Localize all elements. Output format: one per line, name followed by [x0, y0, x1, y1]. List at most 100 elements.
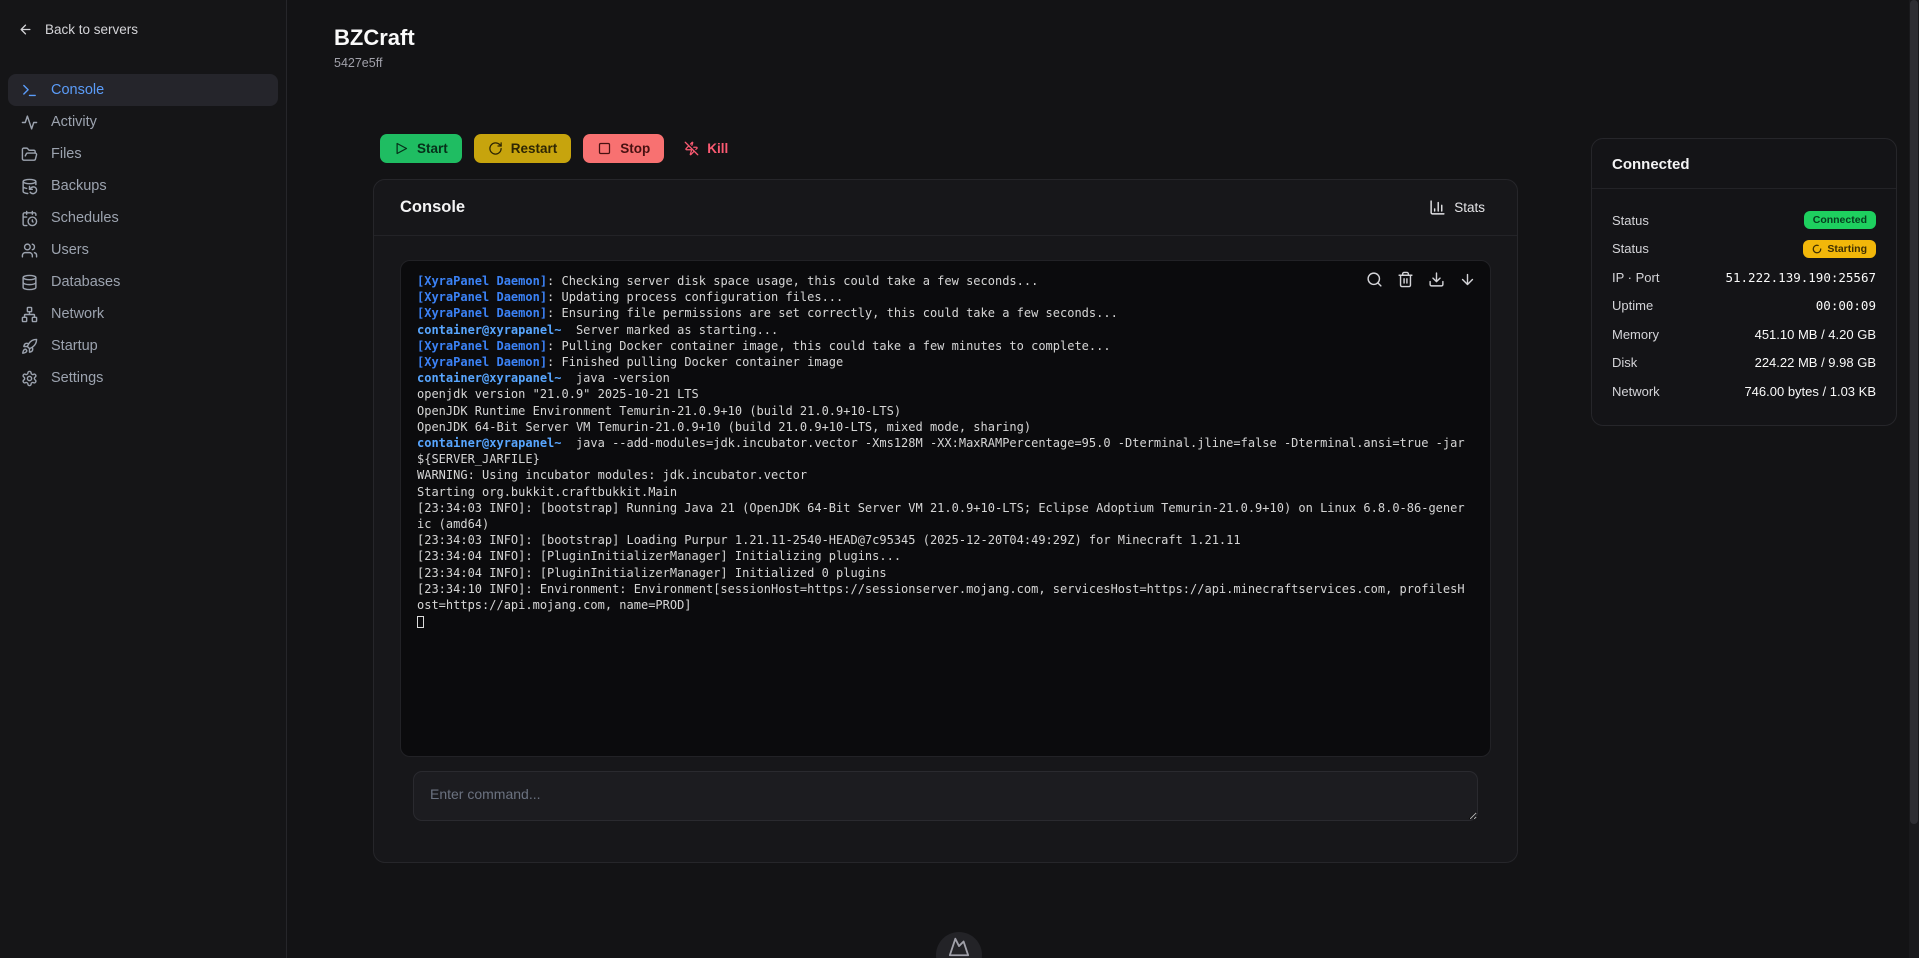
- console-card-body: [XyraPanel Daemon]: Checking server disk…: [374, 236, 1517, 821]
- main-area: BZCraft 5427e5ff Start Restart Stop Kill: [287, 0, 1919, 958]
- status-row: IP · Port 51.222.139.190:25567: [1612, 263, 1876, 292]
- console-line: Starting org.bukkit.craftbukkit.Main: [417, 484, 1467, 500]
- kill-button[interactable]: Kill: [676, 134, 736, 163]
- users-icon: [21, 242, 38, 259]
- status-row: Status Starting: [1612, 235, 1876, 264]
- zap-off-icon: [684, 141, 699, 156]
- search-icon: [1366, 271, 1383, 288]
- sidebar-item-label: Backups: [51, 178, 107, 194]
- status-row: Disk224.22 MB / 9.98 GB: [1612, 349, 1876, 378]
- sidebar-item-schedules[interactable]: Schedules: [8, 202, 278, 234]
- spinner-icon: [1812, 244, 1822, 254]
- play-icon: [394, 141, 409, 156]
- status-row-value: 451.10 MB / 4.20 GB: [1755, 327, 1876, 342]
- console-title: Console: [400, 198, 465, 217]
- status-badge: Connected: [1804, 211, 1876, 229]
- start-button[interactable]: Start: [380, 134, 462, 163]
- console-line: [23:34:04 INFO]: [PluginInitializerManag…: [417, 565, 1467, 581]
- status-row-label: Network: [1612, 384, 1660, 399]
- sidebar-item-label: Console: [51, 82, 104, 98]
- status-row: Memory 451.10 MB / 4.20 GB: [1612, 320, 1876, 349]
- console-line: [XyraPanel Daemon]: Checking server disk…: [417, 273, 1467, 289]
- terminal-icon: [21, 82, 38, 99]
- page-scrollbar[interactable]: [1909, 0, 1919, 958]
- console-line: container@xyrapanel~ java --add-modules=…: [417, 435, 1467, 467]
- stats-button[interactable]: Stats: [1423, 198, 1491, 217]
- back-to-servers-link[interactable]: Back to servers: [18, 22, 268, 37]
- console-toolbar: [1366, 271, 1476, 288]
- sidebar-item-databases[interactable]: Databases: [8, 266, 278, 298]
- sidebar-item-label: Files: [51, 146, 82, 162]
- mountain-icon: [948, 936, 970, 958]
- terminal-cursor: [417, 616, 424, 628]
- console-log: [XyraPanel Daemon]: Checking server disk…: [417, 273, 1467, 629]
- sidebar-item-console[interactable]: Console: [8, 74, 278, 106]
- activity-icon: [21, 114, 38, 131]
- restart-button[interactable]: Restart: [474, 134, 572, 163]
- console-card: Console Stats [XyraPanel Daemon]: Checki…: [373, 179, 1518, 863]
- console-line: [23:34:04 INFO]: [PluginInitializerManag…: [417, 548, 1467, 564]
- server-id: 5427e5ff: [334, 56, 415, 70]
- status-row-label: Status: [1612, 213, 1649, 228]
- status-panel-rows: Status Connected Status Starting IP · Port 51…: [1592, 189, 1896, 425]
- status-row-label: IP · Port: [1612, 270, 1659, 285]
- page-header: BZCraft 5427e5ff: [334, 26, 415, 70]
- console-line: container@xyrapanel~ Server marked as st…: [417, 322, 1467, 338]
- console-line: [23:34:03 INFO]: [bootstrap] Loading Pur…: [417, 532, 1467, 548]
- clear-console-button[interactable]: [1397, 271, 1414, 288]
- trash-icon: [1397, 271, 1414, 288]
- sidebar-item-users[interactable]: Users: [8, 234, 278, 266]
- search-logs-button[interactable]: [1366, 271, 1383, 288]
- folder-open-icon: [21, 146, 38, 163]
- app-root: Back to servers Console Activity Files Back…: [0, 0, 1919, 958]
- console-line: OpenJDK Runtime Environment Temurin-21.0…: [417, 403, 1467, 419]
- status-row: Uptime00:00:09: [1612, 292, 1876, 321]
- calendar-clock-icon: [21, 210, 38, 227]
- sidebar-item-label: Schedules: [51, 210, 119, 226]
- console-line: WARNING: Using incubator modules: jdk.in…: [417, 467, 1467, 483]
- status-panel-title: Connected: [1592, 139, 1896, 189]
- arrow-left-icon: [18, 22, 33, 37]
- sidebar-item-network[interactable]: Network: [8, 298, 278, 330]
- scrollbar-thumb[interactable]: [1910, 0, 1918, 824]
- sidebar-item-label: Users: [51, 242, 89, 258]
- status-row-label: Disk: [1612, 355, 1637, 370]
- settings-icon: [21, 370, 38, 387]
- status-panel: Connected Status Connected Status Starting I…: [1591, 138, 1897, 426]
- console-line: [23:34:10 INFO]: Environment: Environmen…: [417, 581, 1467, 613]
- sidebar-item-backups[interactable]: Backups: [8, 170, 278, 202]
- status-row-label: Status: [1612, 241, 1649, 256]
- scroll-to-bottom-button[interactable]: [1459, 271, 1476, 288]
- sidebar-item-label: Network: [51, 306, 104, 322]
- status-badge: Starting: [1803, 240, 1876, 258]
- status-row-value: 51.222.139.190:25567: [1725, 270, 1876, 285]
- command-input[interactable]: [413, 771, 1478, 821]
- database-icon: [21, 274, 38, 291]
- sidebar-item-files[interactable]: Files: [8, 138, 278, 170]
- console-line: openjdk version "21.0.9" 2025-10-21 LTS: [417, 386, 1467, 402]
- console-line: container@xyrapanel~ java -version: [417, 370, 1467, 386]
- console-line: [XyraPanel Daemon]: Pulling Docker conta…: [417, 338, 1467, 354]
- server-name: BZCraft: [334, 26, 415, 50]
- sidebar-item-startup[interactable]: Startup: [8, 330, 278, 362]
- database-backup-icon: [21, 178, 38, 195]
- sidebar-nav: Console Activity Files Backups Schedules User…: [8, 74, 278, 394]
- console-line: [XyraPanel Daemon]: Ensuring file permis…: [417, 305, 1467, 321]
- stop-button[interactable]: Stop: [583, 134, 664, 163]
- square-icon: [597, 141, 612, 156]
- download-icon: [1428, 271, 1445, 288]
- console-card-header: Console Stats: [374, 180, 1517, 236]
- sidebar-item-settings[interactable]: Settings: [8, 362, 278, 394]
- bar-chart-icon: [1429, 199, 1446, 216]
- sidebar-item-label: Startup: [51, 338, 98, 354]
- network-icon: [21, 306, 38, 323]
- status-row-label: Memory: [1612, 327, 1659, 342]
- status-row: Network746.00 bytes / 1.03 KB: [1612, 377, 1876, 406]
- console-line: [XyraPanel Daemon]: Updating process con…: [417, 289, 1467, 305]
- arrow-down-icon: [1459, 271, 1476, 288]
- sidebar-item-activity[interactable]: Activity: [8, 106, 278, 138]
- console-line: [23:34:03 INFO]: [bootstrap] Running Jav…: [417, 500, 1467, 532]
- download-logs-button[interactable]: [1428, 271, 1445, 288]
- console-output[interactable]: [XyraPanel Daemon]: Checking server disk…: [400, 260, 1491, 757]
- sidebar-item-label: Settings: [51, 370, 103, 386]
